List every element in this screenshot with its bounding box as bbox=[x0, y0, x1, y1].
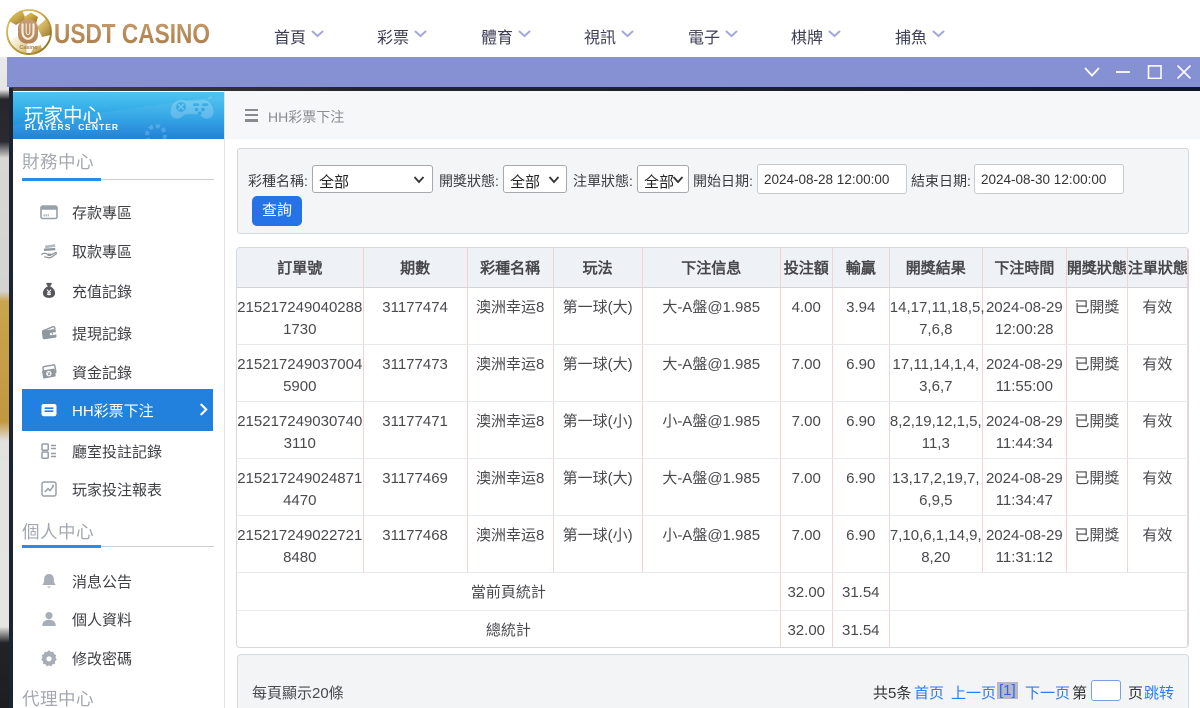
svg-text:Casino: Casino bbox=[19, 45, 38, 51]
svg-text:USDT CASINO: USDT CASINO bbox=[54, 18, 210, 48]
